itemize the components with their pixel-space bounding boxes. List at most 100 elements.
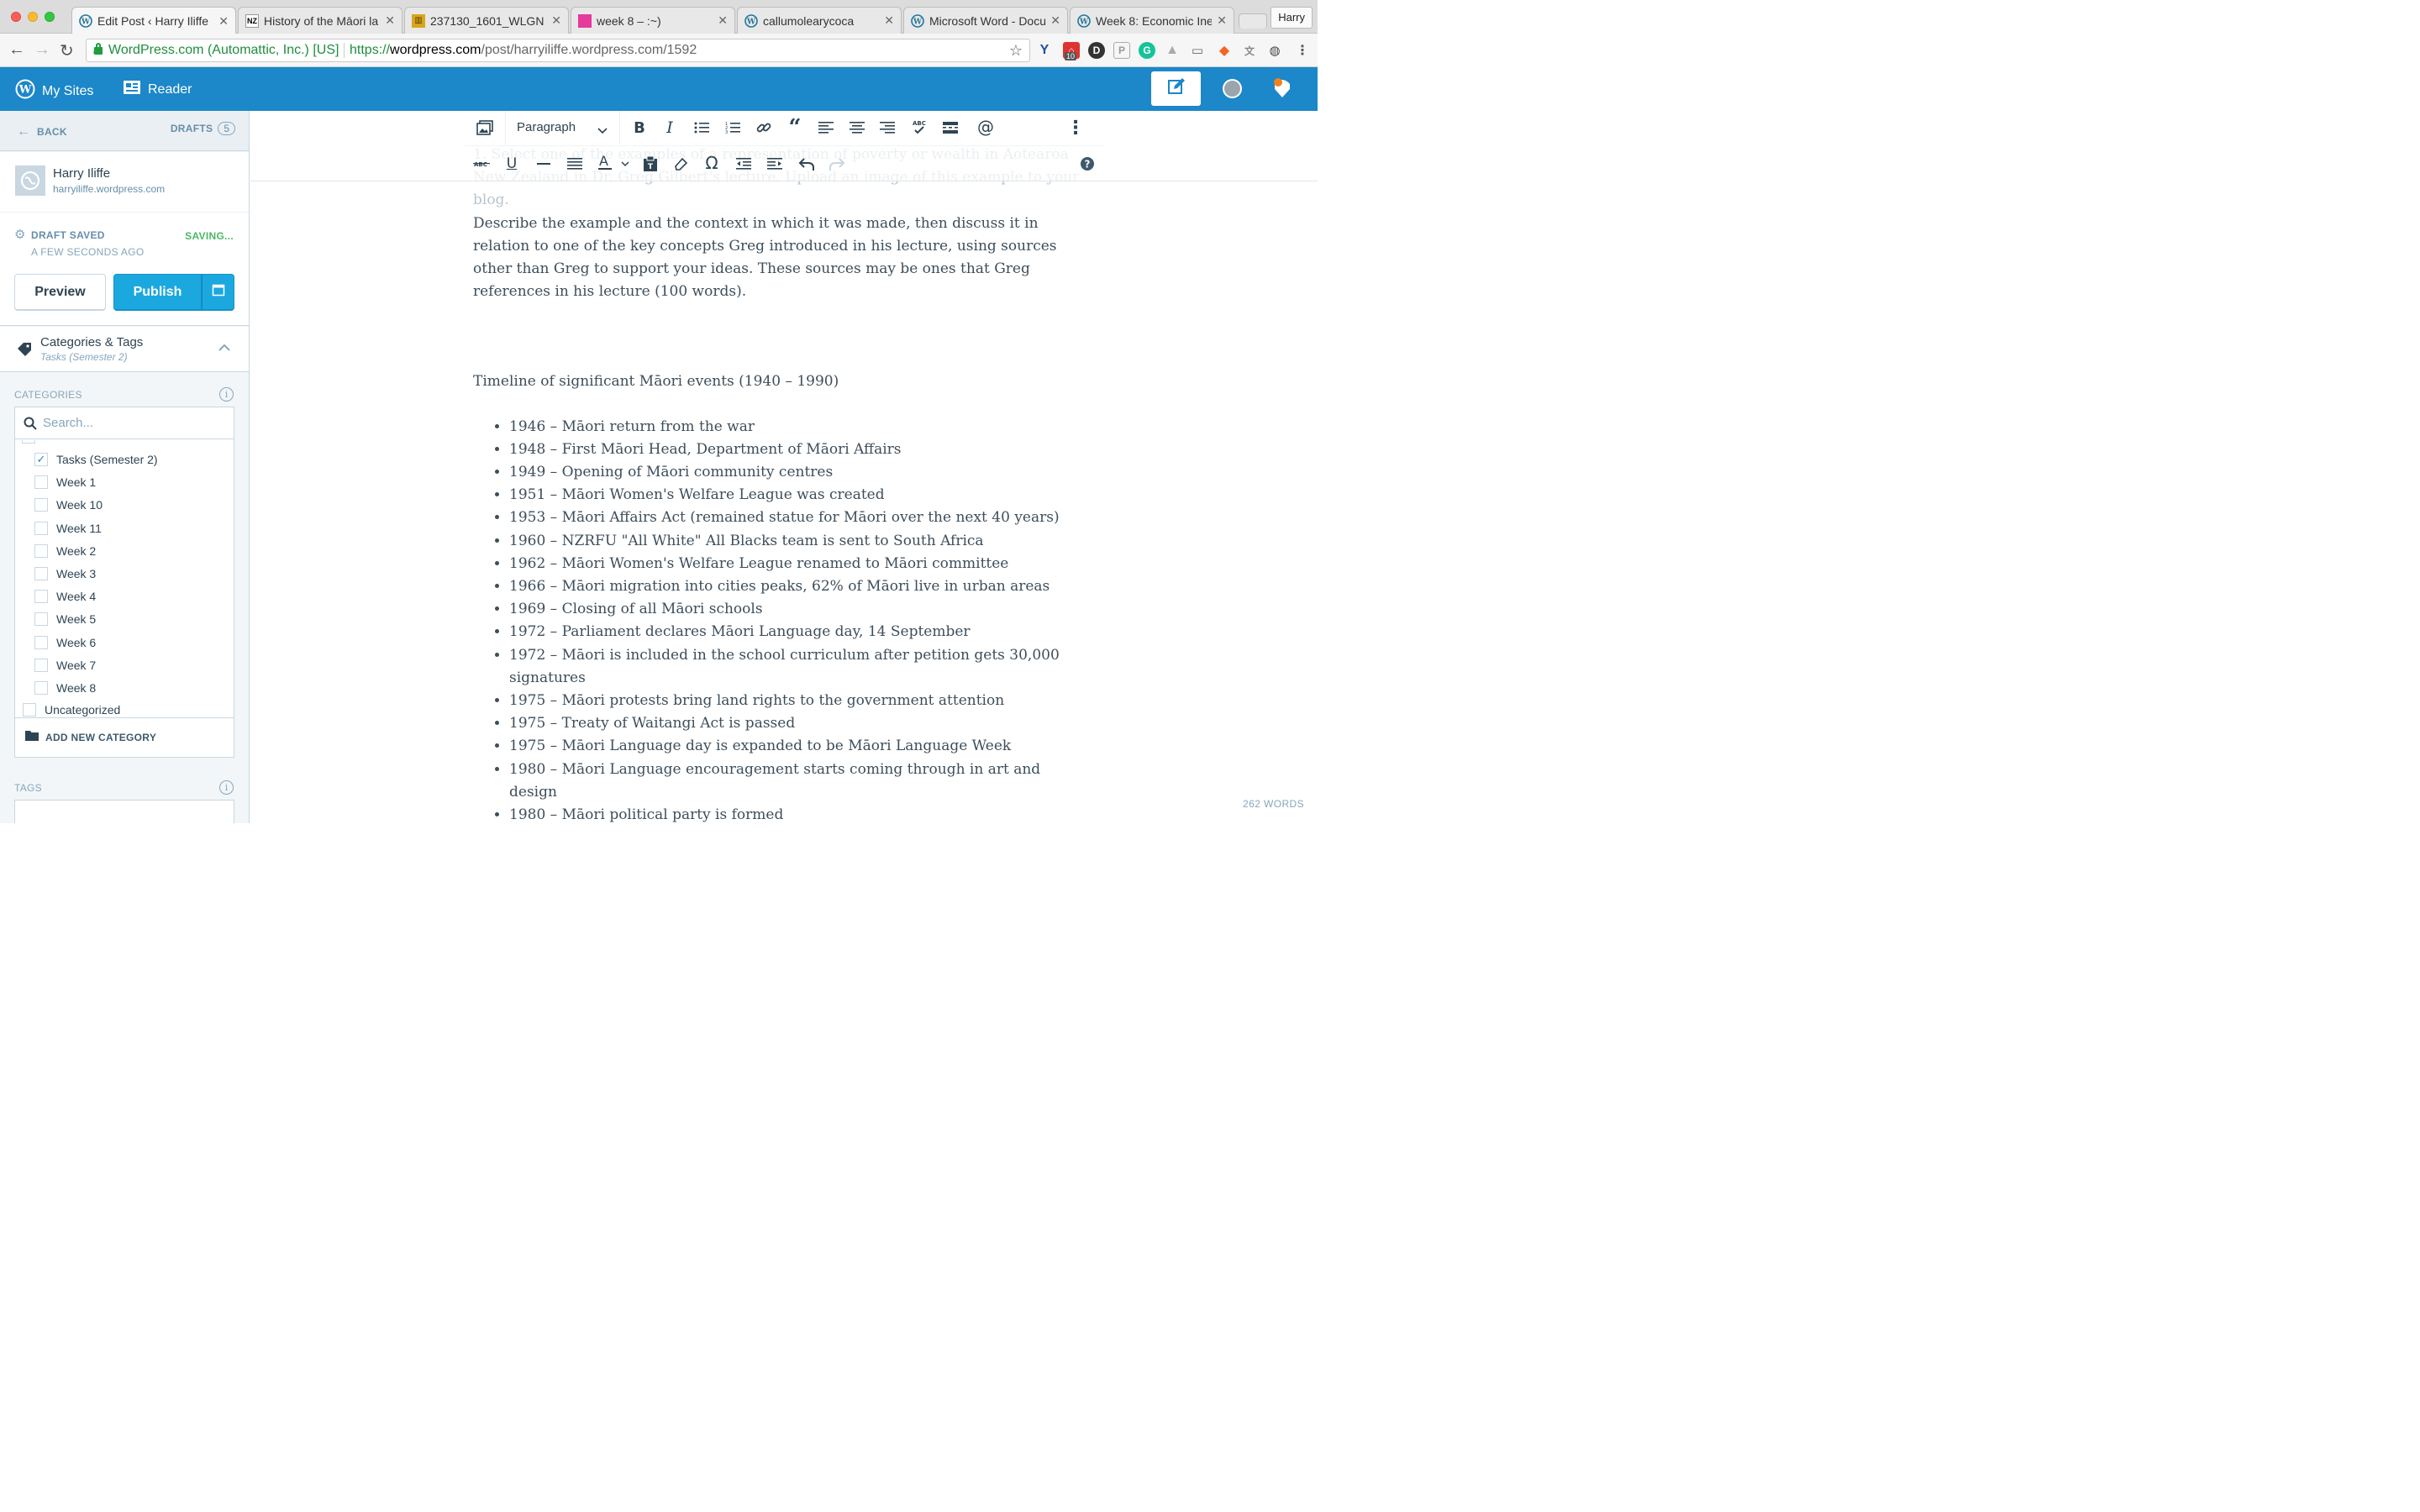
browser-menu-icon[interactable]: ⋮ — [1294, 42, 1311, 59]
category-search-input[interactable]: Search... — [43, 416, 93, 430]
checkbox-icon[interactable] — [34, 658, 48, 672]
tab-close-icon[interactable]: ✕ — [551, 13, 561, 28]
tab-close-icon[interactable]: ✕ — [884, 13, 894, 28]
undo-icon[interactable] — [797, 154, 817, 174]
back-arrow-icon[interactable]: ← — [8, 40, 25, 60]
url-text[interactable]: https://wordpress.com/post/harryiliffe.w… — [350, 39, 697, 61]
extension-drive-icon[interactable]: ▲ — [1164, 42, 1181, 59]
write-post-button[interactable] — [1151, 71, 1201, 106]
category-item[interactable]: Week 1 — [34, 473, 96, 491]
checkbox-icon[interactable] — [34, 612, 48, 627]
browser-tab[interactable]: W Week 8: Economic Ine ✕ — [1070, 7, 1234, 34]
strikethrough-icon[interactable]: ABC — [471, 154, 492, 174]
category-item[interactable]: Week 5 — [34, 610, 96, 628]
add-category-row[interactable]: ADD NEW CATEGORY — [15, 717, 234, 757]
spellcheck-icon[interactable]: ABC — [909, 117, 929, 137]
italic-icon[interactable]: I — [660, 118, 680, 138]
category-item[interactable]: Week 10 — [34, 496, 103, 514]
categories-tags-header[interactable]: Categories & Tags Tasks (Semester 2) — [0, 327, 249, 372]
paste-text-icon[interactable]: T — [640, 154, 660, 174]
extension-pinterest-icon[interactable]: P — [1113, 42, 1130, 59]
more-options-icon[interactable]: ⋮ — [1065, 118, 1086, 139]
browser-tab[interactable]: NZ History of the Māori la ✕ — [238, 7, 402, 34]
forward-arrow-icon[interactable]: → — [34, 40, 50, 60]
extension-d-icon[interactable]: D — [1088, 42, 1105, 59]
tab-close-icon[interactable]: ✕ — [1050, 13, 1060, 28]
chevron-up-icon[interactable] — [218, 341, 230, 356]
profile-button[interactable]: Harry — [1270, 7, 1313, 29]
special-character-icon[interactable]: Ω — [702, 153, 722, 173]
bookmark-star-icon[interactable]: ☆ — [1009, 39, 1023, 61]
my-sites-button[interactable]: W My Sites — [15, 79, 93, 103]
window-zoom-button[interactable] — [45, 12, 55, 22]
horizontal-line-icon[interactable] — [534, 154, 554, 174]
text-color-icon[interactable]: A — [595, 152, 615, 172]
category-search-field[interactable]: Search... — [15, 407, 234, 439]
clear-formatting-icon[interactable] — [671, 154, 691, 174]
extension-bulb-icon[interactable]: ◍ — [1266, 42, 1283, 59]
notifications-icon[interactable] — [1272, 77, 1292, 103]
checkbox-icon[interactable] — [34, 681, 48, 695]
info-icon[interactable]: i — [219, 387, 234, 402]
site-card[interactable]: Harry Iliffe harryiliffe.wordpress.com — [0, 152, 249, 213]
category-item[interactable]: Week 4 — [34, 587, 96, 606]
numbered-list-icon[interactable]: 123 — [723, 118, 743, 138]
cast-icon[interactable]: ▭ — [1189, 42, 1206, 59]
help-icon[interactable]: ? — [1077, 154, 1097, 174]
avatar[interactable] — [1223, 79, 1242, 98]
add-media-icon[interactable] — [475, 118, 495, 138]
category-item[interactable]: Week 8 — [34, 679, 96, 697]
checkbox-icon[interactable] — [23, 703, 36, 717]
tags-info-icon[interactable]: i — [219, 780, 234, 795]
window-close-button[interactable] — [11, 12, 21, 22]
category-item[interactable]: Week 3 — [34, 564, 96, 583]
redo-icon[interactable] — [827, 154, 847, 174]
browser-tab[interactable]: W callumolearycoca ✕ — [737, 7, 902, 34]
tab-close-icon[interactable]: ✕ — [385, 13, 395, 28]
browser-tab[interactable]: ▥ 237130_1601_WLGN ✕ — [404, 7, 569, 34]
checkbox-icon[interactable] — [34, 567, 48, 580]
category-item[interactable]: Week 7 — [34, 656, 96, 675]
text-color-dropdown-icon[interactable] — [615, 154, 635, 174]
indent-icon[interactable] — [765, 154, 785, 174]
blockquote-icon[interactable]: “ — [785, 115, 805, 140]
checkbox-icon[interactable] — [34, 521, 48, 535]
extension-y-icon[interactable]: Y — [1036, 42, 1053, 59]
extension-bookmark-icon[interactable]: ◆ — [1216, 42, 1233, 59]
justify-icon[interactable] — [565, 154, 585, 174]
back-button[interactable]: ← BACK — [17, 124, 67, 139]
bullet-list-icon[interactable] — [692, 118, 712, 138]
site-identity[interactable]: WordPress.com (Automattic, Inc.) [US] — [108, 39, 339, 61]
window-minimize-button[interactable] — [28, 12, 38, 22]
mention-icon[interactable]: @ — [976, 117, 996, 137]
checkbox-icon[interactable] — [34, 475, 48, 490]
checkbox-checked-icon[interactable]: ✓ — [34, 453, 48, 466]
checkbox-icon[interactable] — [34, 635, 48, 649]
bold-icon[interactable]: B — [629, 118, 650, 138]
tab-close-icon[interactable]: ✕ — [218, 14, 229, 29]
address-bar[interactable]: 🔒︎ WordPress.com (Automattic, Inc.) [US]… — [86, 39, 1030, 62]
checkbox-icon[interactable] — [34, 590, 48, 604]
extension-grammarly-icon[interactable]: G — [1139, 42, 1155, 59]
reader-button[interactable]: Reader — [123, 79, 192, 100]
align-right-icon[interactable] — [877, 118, 897, 138]
format-select[interactable]: Paragraph — [505, 111, 620, 144]
category-item[interactable]: Week 6 — [34, 633, 96, 652]
category-item[interactable]: Week 2 — [34, 542, 96, 560]
link-icon[interactable] — [754, 118, 774, 138]
browser-tab[interactable]: W Microsoft Word - Docu ✕ — [903, 7, 1068, 34]
post-content[interactable]: 1. Select one of the examples of a repre… — [473, 141, 1086, 823]
tab-close-icon[interactable]: ✕ — [1217, 13, 1227, 28]
drafts-button[interactable]: DRAFTS 5 — [171, 122, 235, 135]
align-center-icon[interactable] — [847, 118, 867, 138]
reload-icon[interactable]: ↻ — [60, 40, 74, 61]
extension-translate-icon[interactable]: 文 — [1241, 42, 1258, 59]
category-item-uncategorized[interactable]: Uncategorized — [23, 701, 120, 717]
underline-icon[interactable]: U — [502, 154, 522, 174]
browser-tab[interactable]: W Edit Post ‹ Harry Iliffe ✕ — [71, 7, 236, 34]
category-item[interactable]: ✓ Tasks (Semester 2) — [34, 450, 158, 469]
publish-button[interactable]: Publish — [113, 274, 202, 311]
read-more-icon[interactable] — [940, 118, 960, 138]
preview-button[interactable]: Preview — [14, 274, 106, 311]
category-item[interactable]: Week 11 — [34, 519, 102, 538]
